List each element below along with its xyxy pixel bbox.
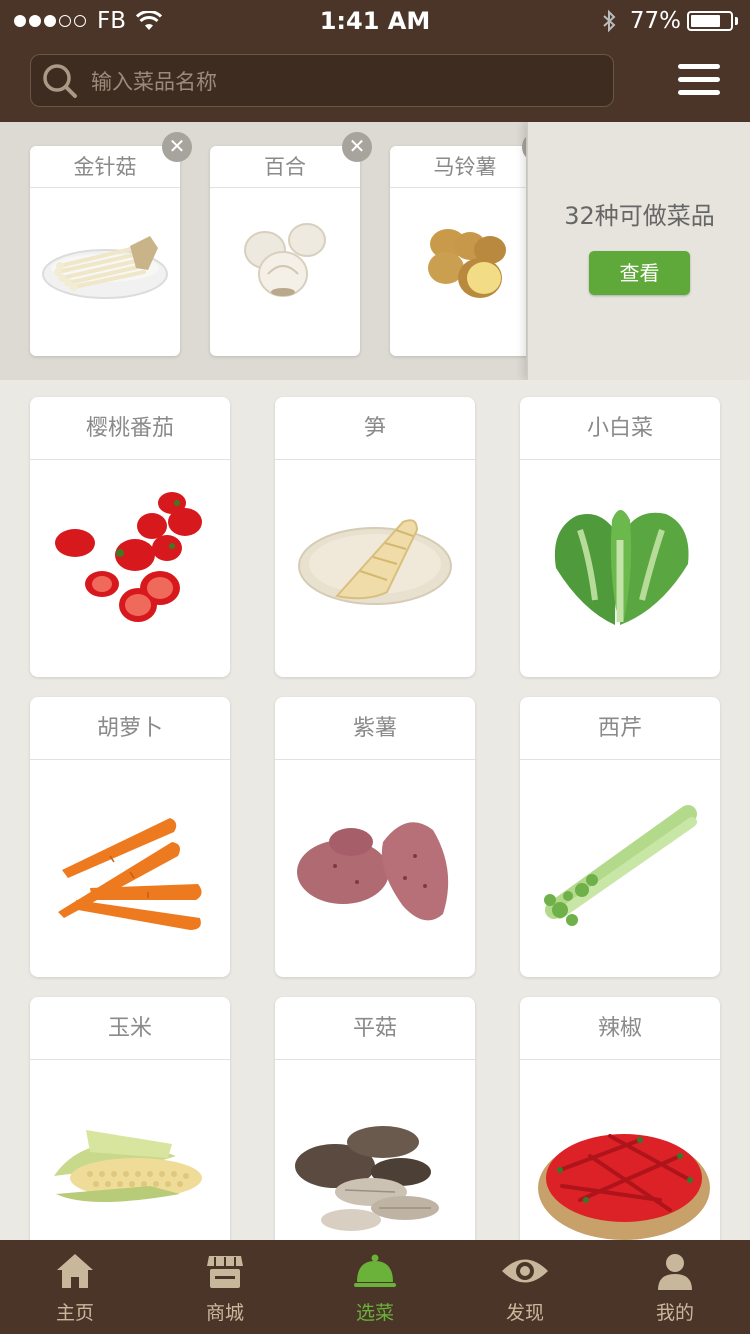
chili-pepper-image [538,1134,710,1240]
ingredient-card[interactable]: 笋 [275,397,475,677]
ingredient-card[interactable]: 玉米 [30,997,230,1240]
home-icon [57,1254,93,1288]
purple-sweet-potato-image [297,822,449,921]
tab-me[interactable]: 我的 [600,1240,750,1334]
search-bar[interactable]: 输入菜品名称 [30,54,614,107]
tab-shop[interactable]: 商城 [150,1240,300,1334]
bluetooth-icon [603,9,616,33]
ingredient-label: 樱桃番茄 [30,397,230,460]
ingredient-label: 玉米 [30,997,230,1060]
eye-icon [502,1259,548,1283]
ingredient-card[interactable]: 紫薯 [275,697,475,977]
ingredient-card[interactable]: 胡萝卜 [30,697,230,977]
tab-discover-label: 发现 [505,1302,544,1324]
ingredient-label: 胡萝卜 [30,697,230,760]
dish-count-text: 32种可做菜品 [564,202,715,230]
ingredient-label: 辣椒 [520,997,720,1060]
cherry-tomato-image [55,492,202,622]
view-dishes-button[interactable]: 查看 [589,251,690,295]
potato-image [428,229,506,298]
menu-icon[interactable] [678,64,720,96]
celery-image [544,805,697,926]
selected-item[interactable]: 金针菇 ✕ [30,132,192,356]
ingredient-label: 小白菜 [520,397,720,460]
status-bar: FB 1:41 AM 77% [0,0,750,42]
ingredient-label: 笋 [275,397,475,460]
bamboo-shoot-image [298,519,452,605]
ingredient-card[interactable]: 辣椒 [520,997,720,1240]
ingredient-card[interactable]: 樱桃番茄 [30,397,230,677]
ingredient-card[interactable]: 西芹 [520,697,720,977]
selected-tray: 金针菇 ✕ 百合 ✕ 马铃薯 32种可做菜品 查看 [0,122,750,380]
tab-bar: 主页 商城 选菜 发现 我的 [0,1240,750,1334]
user-icon [658,1254,692,1290]
search-placeholder: 输入菜品名称 [91,69,217,94]
shop-icon [207,1256,243,1288]
search-icon [43,63,77,98]
ingredient-label: 西芹 [520,697,720,760]
selected-item[interactable]: 百合 ✕ [210,132,372,356]
ingredient-grid: 樱桃番茄 笋 小白菜 胡萝卜 紫薯 西芹 玉米 平菇 辣椒 [0,380,750,1240]
tab-shop-label: 商城 [205,1302,244,1324]
tab-discover[interactable]: 发现 [450,1240,600,1334]
selected-item-label: 百合 [210,146,360,188]
result-panel: 32种可做菜品 查看 [527,122,750,380]
ingredient-label: 平菇 [275,997,475,1060]
carrot-image [58,818,202,930]
remove-item-button[interactable]: ✕ [162,132,192,162]
header: FB 1:41 AM 77% 输入菜品名称 [0,0,750,122]
tab-home-label: 主页 [55,1302,94,1324]
lily-bulb-image [244,223,326,297]
tab-me-label: 我的 [655,1302,694,1324]
remove-item-button[interactable]: ✕ [342,132,372,162]
ingredient-card[interactable]: 小白菜 [520,397,720,677]
battery-icon [687,11,733,31]
dish-cover-icon [354,1254,396,1287]
selected-item-label: 马铃薯 [390,146,526,188]
bok-choy-image [554,510,689,625]
selected-item[interactable]: 马铃薯 ✕ [390,132,526,356]
enoki-mushroom-image [42,236,168,299]
oyster-mushroom-image [295,1126,439,1231]
tab-pick-dishes[interactable]: 选菜 [300,1240,450,1334]
tab-home[interactable]: 主页 [0,1240,150,1334]
ingredient-card[interactable]: 平菇 [275,997,475,1240]
tab-pick-dishes-label: 选菜 [355,1302,394,1324]
battery-percent: 77% [629,8,681,34]
selected-item-label: 金针菇 [30,146,180,188]
ingredient-label: 紫薯 [275,697,475,760]
corn-image [54,1130,202,1202]
